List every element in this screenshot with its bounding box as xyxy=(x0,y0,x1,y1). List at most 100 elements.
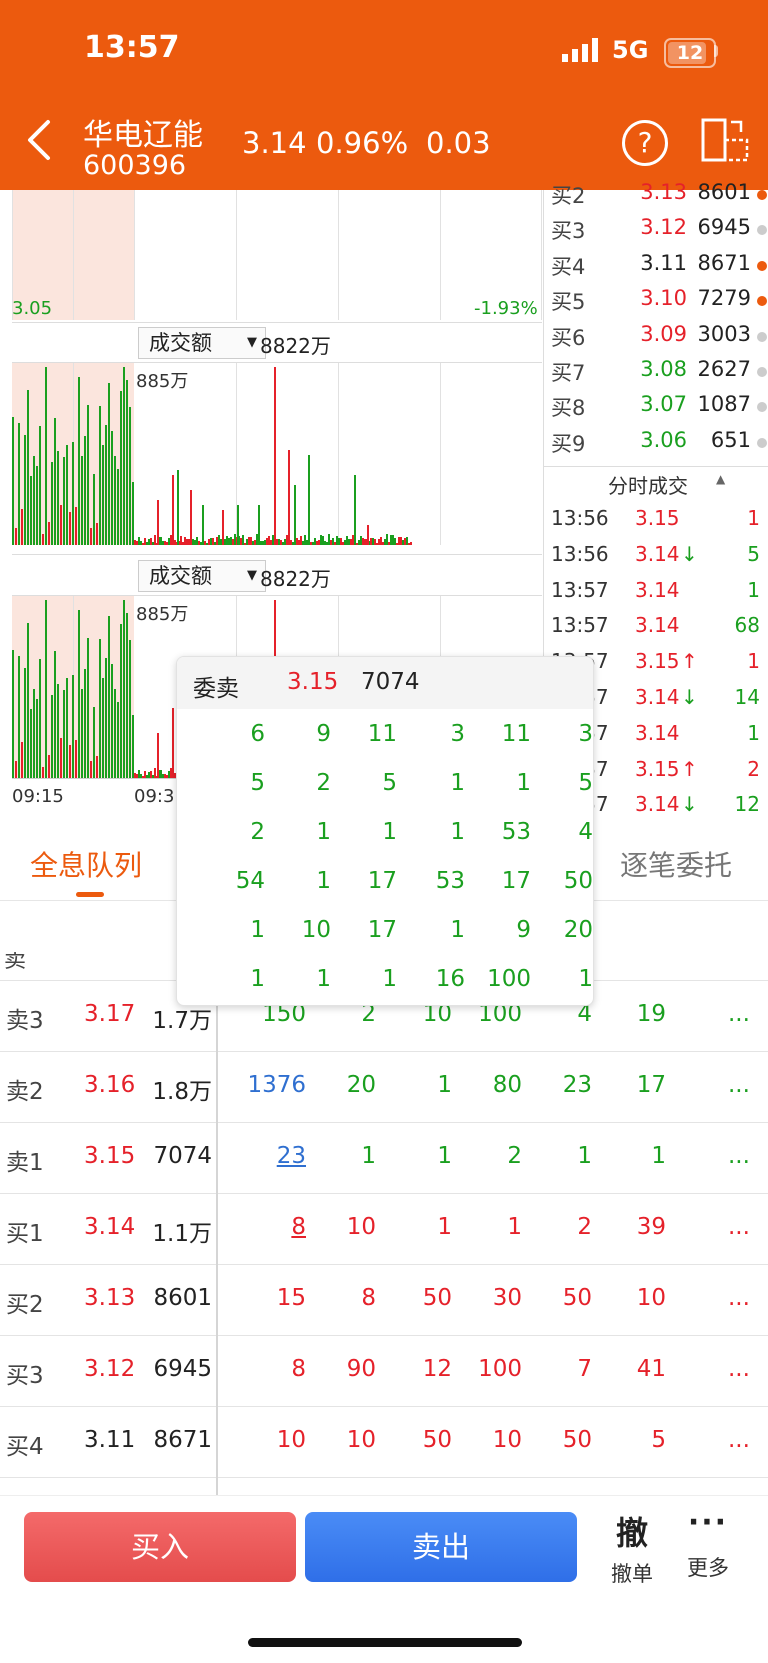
orderbook-price: 3.11 xyxy=(640,250,687,275)
queue-price: 3.17 xyxy=(84,1001,136,1027)
queue-row[interactable]: 卖1 3.15 7074 23 1 1 2 1 1... xyxy=(0,1122,768,1193)
volume-bar xyxy=(45,366,47,545)
queue-order-size: 80 xyxy=(492,1072,522,1098)
indicator-value: 8822万 xyxy=(260,334,331,358)
queue-price: 3.11 xyxy=(84,1427,136,1453)
queue-order-size: 2 xyxy=(577,1214,592,1240)
queue-level: 买3 xyxy=(6,1363,44,1389)
queue-order-size[interactable]: 23 xyxy=(230,1143,306,1169)
queue-price: 3.16 xyxy=(84,1072,136,1098)
tick-volume: 68 xyxy=(734,613,760,638)
queue-order-size: 7 xyxy=(577,1356,592,1382)
volume-bar xyxy=(78,377,80,545)
queue-row[interactable]: 买1 3.14 1.1万 8 10 1 1 2 39... xyxy=(0,1193,768,1264)
landscape-switch-icon[interactable] xyxy=(701,118,751,162)
popup-order-size: 50 xyxy=(563,868,593,894)
queue-order-size: 23 xyxy=(562,1072,592,1098)
queue-row[interactable]: 买4 3.11 8671 10 10 50 10 50 5... xyxy=(0,1406,768,1477)
queue-order-size: 10 xyxy=(636,1285,666,1311)
queue-price: 3.15 xyxy=(84,1143,136,1169)
more-orders-icon[interactable]: ... xyxy=(728,1356,750,1382)
volume-bar xyxy=(108,382,110,545)
tick-volume: 5 xyxy=(747,541,760,566)
queue-row[interactable]: 卖2 3.16 1.8万 1376 20 1 80 23 17... xyxy=(0,1051,768,1122)
stock-change: 0.03 xyxy=(426,126,491,160)
more-button[interactable]: ··· 更多 xyxy=(676,1508,740,1582)
top-header: 13:57 5G 12 华电辽能 600396 3.14 0.96% 0.03 … xyxy=(0,0,768,190)
buy-button[interactable]: 买入 xyxy=(24,1512,296,1582)
more-orders-icon[interactable]: ... xyxy=(728,1143,750,1169)
popup-order-size: 54 xyxy=(235,868,265,894)
queue-detail-popup: 委卖 3.15 7074 6 9 11 3 11 3 5 2 5 1 1 5 2 1 1 1 53 4 54 1 17 5… xyxy=(176,656,594,1006)
queue-order-size: 1 xyxy=(577,1143,592,1169)
indicator-select-2[interactable]: 成交额 ▼ xyxy=(138,560,266,592)
indicator-value-2: 8822万 xyxy=(260,567,331,591)
volume-bar xyxy=(258,505,260,545)
volume-bar xyxy=(21,741,23,778)
orderbook-price: 3.13 xyxy=(640,180,687,204)
volume-bar xyxy=(294,485,296,545)
tick-price: 3.14 xyxy=(635,541,680,566)
chevron-down-icon: ▼ xyxy=(247,568,257,583)
help-icon[interactable]: ? xyxy=(622,120,668,166)
status-time: 13:57 xyxy=(84,30,180,65)
volume-bar xyxy=(21,508,23,545)
tick-volume: 1 xyxy=(747,506,760,530)
orderbook-price: 3.12 xyxy=(640,215,687,240)
orderbook-row: 买7 3.08 2627 xyxy=(551,357,768,391)
tab-order-detail[interactable]: 逐笔委托 xyxy=(620,844,732,884)
volume-bar xyxy=(66,444,68,545)
sell-button[interactable]: 卖出 xyxy=(305,1512,577,1582)
popup-order-size: 1 xyxy=(316,819,331,845)
orderbook-level: 买4 xyxy=(551,254,586,279)
tick-volume: 1 xyxy=(747,720,760,745)
volume-bar xyxy=(90,528,92,545)
queue-order-size[interactable]: 15 xyxy=(230,1285,306,1311)
volume-bar xyxy=(15,760,17,778)
volume-bar xyxy=(51,461,53,545)
ticks-title[interactable]: 分时成交 xyxy=(608,470,688,499)
queue-order-size[interactable]: 8 xyxy=(230,1356,306,1382)
more-orders-icon[interactable]: ... xyxy=(728,1427,750,1453)
volume-bar xyxy=(90,761,92,778)
back-chevron-icon[interactable] xyxy=(26,118,52,162)
indicator-select[interactable]: 成交额 ▼ xyxy=(138,327,266,359)
tick-arrow-icon: ↑ xyxy=(681,756,698,781)
cancel-icon: 撤 xyxy=(615,1514,648,1552)
volume-axis-max: 885万 xyxy=(136,371,189,392)
popup-order-size: 17 xyxy=(501,868,531,894)
tick-row: 13:56 3.15 1 xyxy=(551,506,768,540)
volume-bar xyxy=(120,624,122,778)
queue-order-size: 50 xyxy=(422,1427,452,1453)
more-orders-icon[interactable]: ... xyxy=(728,1072,750,1098)
queue-row[interactable]: 买3 3.12 6945 8 90 12 100 7 41... xyxy=(0,1335,768,1406)
orderbook-dot-icon xyxy=(757,331,767,342)
volume-bar xyxy=(27,622,29,778)
queue-price: 3.14 xyxy=(84,1214,136,1240)
more-orders-icon[interactable]: ... xyxy=(728,1214,750,1240)
queue-row[interactable]: 买2 3.13 8601 15 8 50 30 50 10... xyxy=(0,1264,768,1335)
tab-indicator xyxy=(76,892,104,897)
queue-order-size: 10 xyxy=(346,1214,376,1240)
queue-order-size[interactable]: 1376 xyxy=(230,1072,306,1098)
volume-bar xyxy=(81,456,83,545)
volume-bar xyxy=(123,599,125,778)
volume-bar xyxy=(18,656,20,778)
volume-bar xyxy=(54,650,56,778)
time-axis-start: 09:15 xyxy=(12,786,64,807)
popup-order-size: 1 xyxy=(450,770,465,796)
more-orders-icon[interactable]: ... xyxy=(728,1285,750,1311)
more-orders-icon[interactable]: ... xyxy=(728,1001,750,1027)
tab-queue[interactable]: 全息队列 xyxy=(30,844,142,884)
caret-up-icon: ▲ xyxy=(716,472,726,486)
cancel-order-button[interactable]: 撤 撤单 xyxy=(600,1508,664,1588)
queue-order-size[interactable]: 8 xyxy=(230,1214,306,1240)
queue-order-size[interactable]: 10 xyxy=(230,1427,306,1453)
queue-level: 买2 xyxy=(6,1292,44,1318)
queue-volume: 1.7万 xyxy=(152,1008,212,1034)
orderbook-dot-icon xyxy=(757,367,767,377)
popup-order-size: 17 xyxy=(367,868,397,894)
volume-bar xyxy=(72,675,74,778)
orderbook-volume: 1087 xyxy=(697,392,751,417)
tick-volume: 14 xyxy=(734,685,760,709)
